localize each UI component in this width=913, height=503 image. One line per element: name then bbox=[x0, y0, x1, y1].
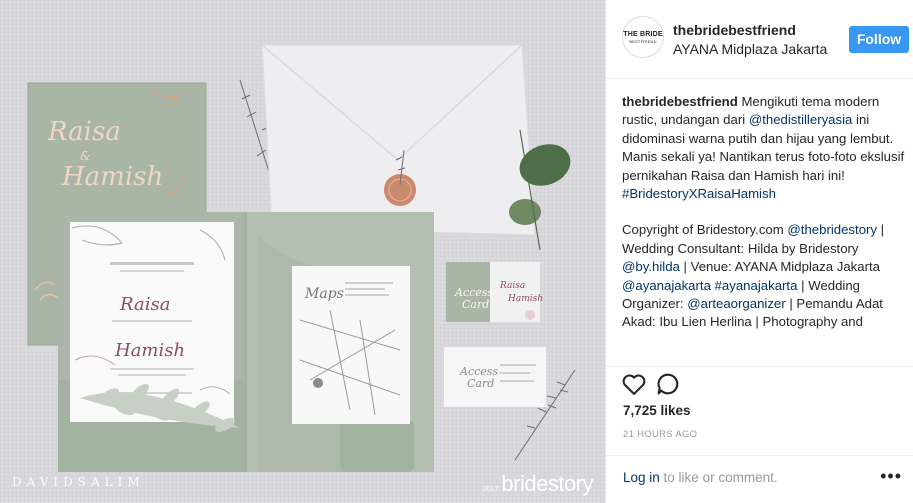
invitation-illustration: Raisa & Hamish Raisa Hamish Maps Access … bbox=[0, 0, 605, 503]
avatar[interactable]: THE BRIDE BESTFRIEND bbox=[622, 16, 664, 58]
caption-text: | Venue: AYANA Midplaza Jakarta bbox=[679, 259, 881, 275]
login-link[interactable]: Log in bbox=[623, 470, 660, 485]
envelope bbox=[261, 44, 536, 236]
mention-link[interactable]: @thedistilleryasia bbox=[749, 112, 853, 127]
post-timestamp[interactable]: 21 HOURS AGO bbox=[623, 429, 697, 440]
cover-name-2: Hamish bbox=[61, 162, 163, 192]
caption-paragraph-1: thebridebestfriend Mengikuti tema modern… bbox=[622, 93, 906, 203]
login-prompt-text: to like or comment. bbox=[659, 470, 778, 485]
username-link[interactable]: thebridebestfriend bbox=[673, 22, 796, 38]
hashtag-link[interactable]: #ayanajakarta bbox=[715, 278, 798, 293]
invite-name-2: Hamish bbox=[114, 340, 185, 361]
hashtag-link[interactable]: #BridestoryXRaisaHamish bbox=[622, 186, 776, 201]
comment-bar: Log in to like or comment. ••• bbox=[606, 455, 913, 503]
mention-link[interactable]: @by.hilda bbox=[622, 259, 680, 274]
mention-link[interactable]: @arteaorganizer bbox=[687, 296, 785, 311]
svg-text:Card: Card bbox=[467, 377, 494, 390]
watermark-year: 2017 bbox=[482, 486, 499, 493]
action-bar bbox=[606, 366, 913, 400]
more-options-icon[interactable]: ••• bbox=[880, 466, 902, 487]
mention-link[interactable]: @thebridestory bbox=[787, 222, 877, 237]
comment-icon[interactable] bbox=[654, 370, 682, 398]
caption-text: Copyright of Bridestory.com bbox=[622, 222, 788, 238]
invite-name-1: Raisa bbox=[119, 294, 170, 315]
watermark-brand: bridestory bbox=[501, 471, 593, 496]
heart-icon[interactable] bbox=[620, 370, 648, 398]
avatar-text: THE BRIDE bbox=[623, 30, 663, 38]
cover-name-1: Raisa bbox=[47, 117, 121, 147]
login-prompt: Log in to like or comment. bbox=[623, 470, 778, 485]
follow-button[interactable]: Follow bbox=[849, 26, 909, 53]
avatar-subtext: BESTFRIEND bbox=[629, 38, 657, 44]
svg-text:Raisa: Raisa bbox=[499, 281, 525, 291]
invitation-card: Raisa Hamish bbox=[70, 222, 234, 422]
svg-text:Card: Card bbox=[462, 298, 489, 311]
post-caption: thebridebestfriend Mengikuti tema modern… bbox=[622, 93, 906, 357]
map-title: Maps bbox=[304, 286, 344, 302]
caption-paragraph-2: Copyright of Bridestory.com @thebridesto… bbox=[622, 221, 906, 331]
access-card-sage: Access Card Raisa Hamish bbox=[446, 262, 543, 322]
brand-watermark: 2017 bridestory bbox=[482, 471, 594, 497]
post-photo[interactable]: Raisa & Hamish Raisa Hamish Maps Access … bbox=[0, 0, 605, 503]
svg-text:Hamish: Hamish bbox=[507, 294, 543, 304]
location-link[interactable]: AYANA Midplaza Jakarta bbox=[673, 41, 827, 57]
cover-ampersand: & bbox=[80, 149, 91, 163]
photographer-watermark: DAVIDSALIM bbox=[12, 475, 145, 489]
map-card: Maps bbox=[292, 266, 410, 424]
access-card-white: Access Card bbox=[444, 347, 546, 407]
like-count[interactable]: 7,725 likes bbox=[623, 403, 691, 418]
post-sidebar: THE BRIDE BESTFRIEND thebridebestfriend … bbox=[605, 0, 913, 503]
mention-link[interactable]: @ayanajakarta bbox=[622, 278, 711, 293]
caption-username-link[interactable]: thebridebestfriend bbox=[622, 94, 738, 109]
post-header: THE BRIDE BESTFRIEND thebridebestfriend … bbox=[606, 0, 913, 79]
